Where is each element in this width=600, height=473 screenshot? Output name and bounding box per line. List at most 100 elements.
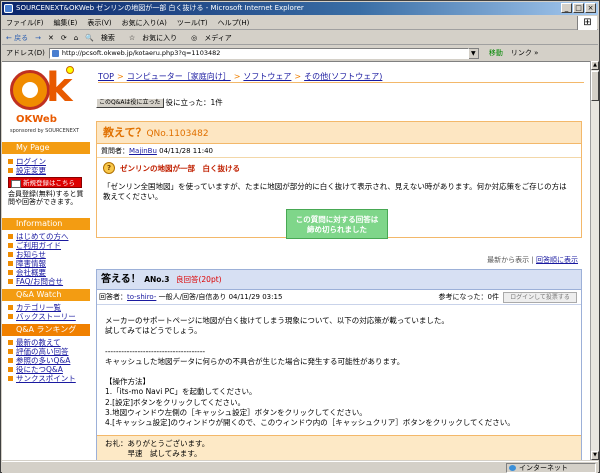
scroll-thumb[interactable] bbox=[591, 71, 599, 101]
question-author-label: 質問者： bbox=[101, 147, 129, 155]
star-icon: ☆ bbox=[128, 33, 136, 42]
stop-button[interactable]: ✕ bbox=[48, 34, 54, 42]
go-button[interactable]: 移動 bbox=[489, 48, 503, 58]
window-title: SOURCENEXT&OKWeb ゼンリンの地図が一部 白く抜ける - Micr… bbox=[16, 4, 304, 12]
sidebar-link-beginners[interactable]: はじめての方へ bbox=[8, 232, 69, 241]
answer-grade-badge: 良回答(20pt) bbox=[175, 275, 222, 284]
question-heading: 教えて？ bbox=[103, 126, 147, 139]
question-date: 04/11/28 11:40 bbox=[159, 147, 213, 155]
windows-logo-icon: ⊞ bbox=[577, 16, 597, 30]
breadcrumb-divider bbox=[98, 82, 584, 83]
helpful-button[interactable]: このQ&Aは役に立った bbox=[96, 97, 164, 108]
answer-body: メーカーのサポートページに地図が白く抜けてしまう現象について、以下の対応策が載っ… bbox=[105, 316, 515, 447]
answer-author-link[interactable]: to-shiro- bbox=[127, 293, 156, 301]
section-qa-watch: Q&A Watch bbox=[2, 289, 90, 301]
maximize-button[interactable]: □ bbox=[573, 3, 584, 13]
answer-author-role: 一般人/回答/自信あり bbox=[158, 293, 227, 301]
answer-thanks: お礼：ありがとうございます。 早速 試してみます。 bbox=[97, 435, 581, 460]
question-number: QNo.1103482 bbox=[146, 129, 209, 139]
search-button[interactable]: 🔍 検索 bbox=[85, 33, 122, 43]
breadcrumb-top[interactable]: TOP bbox=[98, 72, 114, 81]
scroll-up-button[interactable]: ▲ bbox=[591, 61, 599, 70]
sidebar-link-top-rated[interactable]: 評価の高い回答 bbox=[8, 347, 69, 356]
scroll-down-button[interactable]: ▼ bbox=[591, 451, 599, 460]
answer-header: 答える！ ANo.3 良回答(20pt) bbox=[97, 270, 581, 290]
question-title: ゼンリンの地図が一部 白く抜ける bbox=[120, 163, 240, 173]
home-button[interactable]: ⌂ bbox=[74, 34, 78, 42]
answer-box: 答える！ ANo.3 良回答(20pt) 回答者：to-shiro- 一般人/回… bbox=[96, 269, 582, 460]
window-controls: _ □ × bbox=[561, 3, 596, 13]
forward-button[interactable]: → bbox=[35, 34, 41, 42]
sidebar-link-faq[interactable]: FAQ/お問合せ bbox=[8, 277, 63, 286]
refresh-button[interactable]: ⟳ bbox=[61, 34, 67, 42]
question-face-icon: ? bbox=[103, 162, 115, 174]
sidebar-link-settings[interactable]: 設定変更 bbox=[8, 166, 46, 175]
menu-view[interactable]: 表示(V) bbox=[87, 18, 111, 28]
sidebar-link-thanks-points[interactable]: サンクスポイント bbox=[8, 374, 76, 383]
close-button[interactable]: × bbox=[585, 3, 596, 13]
sidebar-link-categories[interactable]: カテゴリ一覧 bbox=[8, 303, 61, 312]
registration-note: 会員登録(無料)すると質問や回答ができます。 bbox=[8, 190, 84, 206]
helpful-count: 役に立った：1件 bbox=[165, 98, 223, 107]
breadcrumb-separator: > bbox=[294, 72, 302, 81]
main-content: TOP > コンピューター［家庭向け］ > ソフトウェア > その他(ソフトウェア) このQ… bbox=[96, 62, 584, 460]
search-icon: 🔍 bbox=[85, 33, 94, 42]
section-mypage: My Page bbox=[2, 142, 90, 154]
breadcrumb-separator: > bbox=[233, 72, 241, 81]
minimize-button[interactable]: _ bbox=[561, 3, 572, 13]
answer-number: ANo.3 bbox=[144, 275, 170, 284]
answer-meta: 回答者：to-shiro- 一般人/回答/自信あり 04/11/29 03:15… bbox=[97, 290, 581, 305]
question-meta: 質問者：MajinBu 04/11/28 11:40 bbox=[97, 144, 581, 158]
closed-notice: この質問に対する回答は 締め切られました bbox=[286, 209, 388, 239]
sidebar-link-news[interactable]: お知らせ bbox=[8, 250, 46, 259]
title-bar: SOURCENEXT&OKWeb ゼンリンの地図が一部 白く抜ける - Micr… bbox=[2, 2, 598, 15]
back-button[interactable]: ← 戻る bbox=[6, 33, 28, 43]
okweb-logo[interactable]: k OKWeb sponsored by SOURCENEXT bbox=[6, 64, 86, 136]
ie-icon bbox=[4, 4, 13, 13]
sort-by-answer-order-link[interactable]: 回答順に表示 bbox=[536, 256, 578, 264]
favorites-button[interactable]: ☆ お気に入り bbox=[129, 33, 184, 43]
breadcrumb-computer[interactable]: コンピューター［家庭向け］ bbox=[127, 72, 231, 81]
menu-file[interactable]: ファイル(F) bbox=[6, 18, 44, 28]
media-icon: ◎ bbox=[191, 33, 198, 42]
toolbar: ← 戻る → ✕ ⟳ ⌂ 🔍 検索 ☆ お気に入り ◎ メディア bbox=[2, 31, 598, 45]
browser-window: SOURCENEXT&OKWeb ゼンリンの地図が一部 白く抜ける - Micr… bbox=[0, 0, 600, 473]
sidebar-link-company[interactable]: 会社概要 bbox=[8, 268, 46, 277]
login-to-vote-button[interactable]: ログインして投票する bbox=[503, 292, 577, 303]
sidebar-link-useful[interactable]: 役にたつQ&A bbox=[8, 365, 63, 374]
sidebar-link-backstory[interactable]: バックストーリー bbox=[8, 312, 76, 321]
vertical-scrollbar[interactable]: ▲ ▼ bbox=[590, 61, 599, 460]
menu-help[interactable]: ヘルプ(H) bbox=[218, 18, 250, 28]
breadcrumb-software[interactable]: ソフトウェア bbox=[243, 72, 291, 81]
menu-tools[interactable]: ツール(T) bbox=[177, 18, 208, 28]
breadcrumb: TOP > コンピューター［家庭向け］ > ソフトウェア > その他(ソフトウェア) bbox=[98, 71, 382, 82]
sidebar-link-outage[interactable]: 障害情報 bbox=[8, 259, 46, 268]
status-bar: インターネット bbox=[2, 461, 598, 473]
answer-date: 04/11/29 03:15 bbox=[228, 293, 283, 301]
sidebar-link-guide[interactable]: ご利用ガイド bbox=[8, 241, 61, 250]
answer-heading: 答える！ bbox=[101, 274, 141, 285]
sidebar-link-login[interactable]: ログイン bbox=[8, 157, 46, 166]
section-ranking: Q&A ランキング bbox=[2, 324, 90, 336]
question-body: 「ゼンリン全国地図」を使っていますが、たまに地図が部分的に白く抜けて表示され、見… bbox=[103, 182, 567, 201]
address-dropdown-button[interactable]: ▼ bbox=[467, 47, 479, 59]
address-input[interactable]: http://pcsoft.okweb.jp/kotaeru.php3?q=11… bbox=[48, 47, 469, 59]
breadcrumb-separator: > bbox=[117, 72, 124, 81]
links-button[interactable]: リンク » bbox=[511, 48, 539, 58]
sort-separator: | bbox=[531, 256, 534, 264]
menu-favorites[interactable]: お気に入り(A) bbox=[122, 18, 167, 28]
closed-notice-line-1: この質問に対する回答は bbox=[295, 215, 379, 224]
sidebar-link-latest[interactable]: 最新の教えて bbox=[8, 338, 61, 347]
new-registration-button[interactable]: 新規登録はこちら bbox=[8, 177, 82, 188]
helpful-row: このQ&Aは役に立った 役に立った：1件 bbox=[96, 97, 223, 108]
media-button[interactable]: ◎ メディア bbox=[191, 33, 239, 43]
menu-edit[interactable]: 編集(E) bbox=[54, 18, 78, 28]
menu-bar: ファイル(F) 編集(E) 表示(V) お気に入り(A) ツール(T) ヘルプ(… bbox=[2, 16, 598, 30]
breadcrumb-other[interactable]: その他(ソフトウェア) bbox=[304, 72, 382, 81]
logo-o-shape bbox=[10, 70, 50, 110]
question-author-link[interactable]: MajinBu bbox=[129, 147, 157, 155]
security-zone: インターネット bbox=[506, 463, 596, 473]
sidebar-link-most-viewed[interactable]: 参照の多いQ&A bbox=[8, 356, 70, 365]
answer-helpful-count: 参考になった：0件 bbox=[438, 293, 499, 301]
sort-order: 最新から表示 | 回答順に表示 bbox=[487, 255, 578, 265]
